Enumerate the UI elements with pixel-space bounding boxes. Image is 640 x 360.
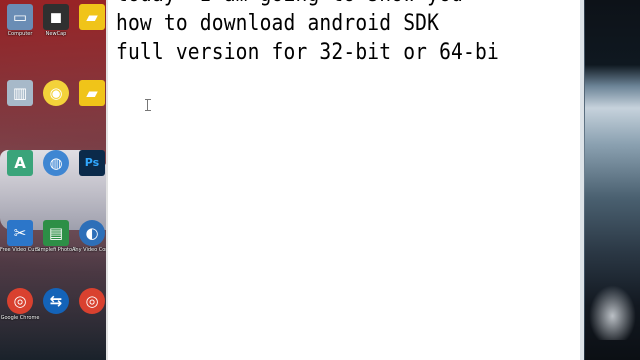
- desktop-icon-label: Computer: [7, 31, 33, 37]
- editor-text-area[interactable]: today I am going to show you how to down…: [116, 0, 534, 67]
- computer-icon: ▭: [7, 4, 33, 30]
- folder-icon: ▰: [79, 4, 105, 30]
- folder-icon: ▰: [79, 80, 105, 106]
- video-converter-icon: ◐: [79, 220, 105, 246]
- desktop-icon-label: Simplefi Photo Sc: [36, 247, 76, 253]
- desktop-icon-google-chrome[interactable]: ◎ Google Chrome: [0, 288, 40, 321]
- wallpaper-spray: [585, 280, 640, 340]
- globe-icon: ◍: [43, 150, 69, 176]
- photo-icon: ▤: [43, 220, 69, 246]
- photoshop-icon: Ps: [79, 150, 105, 176]
- disc-icon: ◉: [43, 80, 69, 106]
- desktop-icon-newcap[interactable]: ◼ NewCap: [36, 4, 76, 37]
- teamviewer-icon: ⇆: [43, 288, 69, 314]
- desktop-icon-label: Google Chrome: [0, 315, 40, 321]
- desktop-icon-teamviewer[interactable]: ⇆: [36, 288, 76, 314]
- desktop-icon-disc[interactable]: ◉: [36, 80, 76, 106]
- desktop-icon-free-video-cutter[interactable]: ✂ Free Video Cutter Joiner: [0, 220, 40, 253]
- desktop-icon-label: NewCap: [45, 31, 67, 37]
- desktop-icon-globe[interactable]: ◍: [36, 150, 76, 176]
- recycle-bin-icon: ▥: [7, 80, 33, 106]
- desktop-icon-recycle-bin[interactable]: ▥: [0, 80, 40, 106]
- camera-icon: ◼: [43, 4, 69, 30]
- desktop-icon-label: Free Video Cutter Joiner: [0, 247, 40, 253]
- desktop-icon-computer[interactable]: ▭ Computer: [0, 4, 40, 37]
- chrome-icon: ◎: [7, 288, 33, 314]
- text-editor-window[interactable]: today I am going to show you how to down…: [106, 0, 584, 360]
- video-cutter-icon: ✂: [7, 220, 33, 246]
- desktop-icon-photo-scan[interactable]: ▤ Simplefi Photo Sc: [36, 220, 76, 253]
- desktop-icon-app-a[interactable]: A: [0, 150, 40, 176]
- app-a-icon: A: [7, 150, 33, 176]
- chrome-icon: ◎: [79, 288, 105, 314]
- desktop-background: ▭ Computer ◼ NewCap ▰ ▥ ◉ ▰ A ◍ Ps ✂ Fre…: [0, 0, 640, 360]
- text-cursor: [145, 99, 151, 111]
- wallpaper-right: [585, 0, 640, 360]
